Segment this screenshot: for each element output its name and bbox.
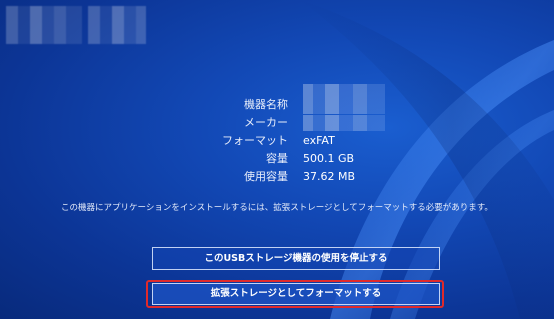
used-capacity-row: 使用容量 37.62 MB [0,168,554,186]
pixelated-title-block-1 [6,6,82,44]
pixelated-title-block-2 [88,6,146,44]
manufacturer-label: メーカー [244,116,288,129]
capacity-label: 容量 [266,152,288,165]
device-info-panel: 機器名称 メーカー フォーマット exFAT 容量 500.1 GB 使用容量 … [0,84,554,186]
device-name-pixelated-value [303,84,385,114]
used-capacity-label: 使用容量 [244,170,288,183]
stop-usb-storage-button[interactable]: このUSBストレージ機器の使用を停止する [152,247,440,270]
manufacturer-row: メーカー [0,114,554,132]
manufacturer-pixelated-value [303,115,385,131]
capacity-value: 500.1 GB [303,152,355,165]
format-label: フォーマット [222,134,288,147]
format-value: exFAT [303,134,335,147]
device-name-label: 機器名称 [244,98,288,111]
format-row: フォーマット exFAT [0,132,554,150]
used-capacity-value: 37.62 MB [303,170,356,183]
device-name-row: 機器名称 [0,84,554,114]
format-extended-storage-button[interactable]: 拡張ストレージとしてフォーマットする [152,283,440,305]
page-title-pixelated [6,6,146,44]
capacity-row: 容量 500.1 GB [0,150,554,168]
format-required-message: この機器にアプリケーションをインストールするには、拡張ストレージとしてフォーマッ… [61,203,493,213]
